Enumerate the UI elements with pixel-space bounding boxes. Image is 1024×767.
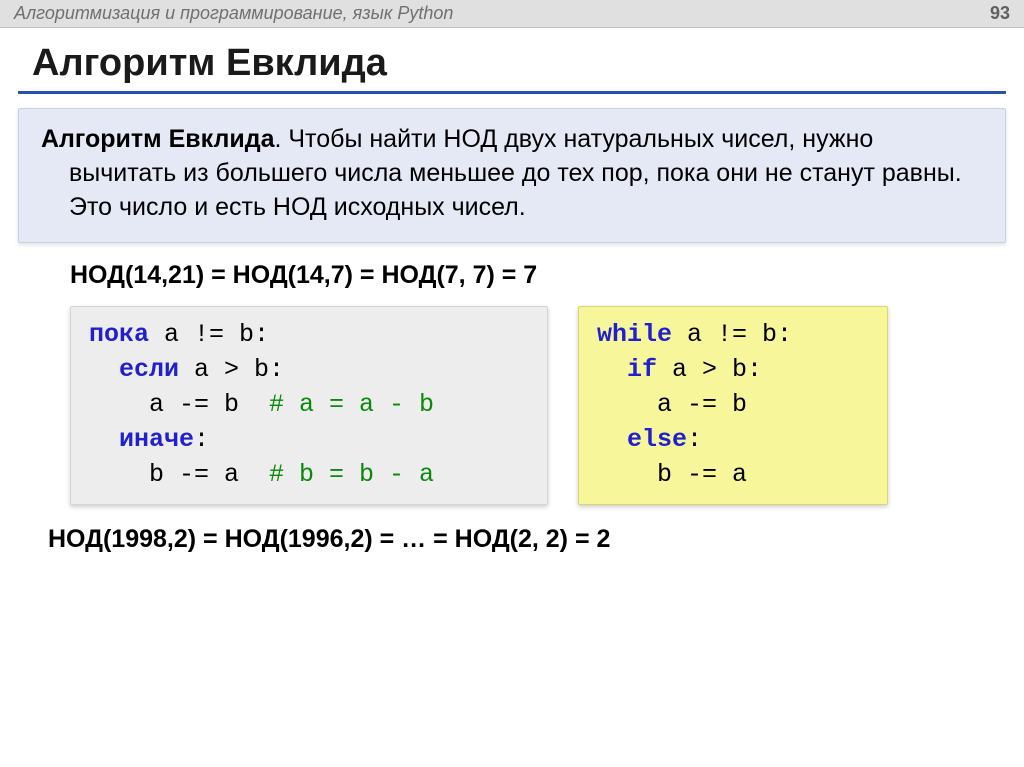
code-text: a -= b (597, 390, 747, 419)
slide-header: Алгоритмизация и программирование, язык … (0, 0, 1024, 28)
code-text: b -= a (89, 460, 269, 489)
code-text: a > b: (657, 355, 762, 384)
kw-else: else (597, 425, 687, 454)
definition-box: Алгоритм Евклида. Чтобы найти НОД двух н… (18, 108, 1006, 243)
code-text: a > b: (179, 355, 284, 384)
kw-while: while (597, 320, 672, 349)
code-text: : (687, 425, 702, 454)
comment: # a = a - b (269, 390, 434, 419)
code-row: пока a != b: если a > b: a -= b # a = a … (70, 306, 1024, 505)
example-nod-1998-2: НОД(1998,2) = НОД(1996,2) = … = НОД(2, 2… (48, 525, 1024, 554)
page-number: 93 (990, 3, 1010, 24)
code-text: : (194, 425, 209, 454)
python-code-box: while a != b: if a > b: a -= b else: b -… (578, 306, 888, 505)
pseudocode-box: пока a != b: если a > b: a -= b # a = a … (70, 306, 548, 505)
definition-text: Алгоритм Евклида. Чтобы найти НОД двух н… (41, 123, 983, 224)
kw-while-ru: пока (89, 320, 149, 349)
kw-if: if (597, 355, 657, 384)
kw-else-ru: иначе (89, 425, 194, 454)
example-nod-14-21: НОД(14,21) = НОД(14,7) = НОД(7, 7) = 7 (70, 261, 1024, 290)
code-text: a -= b (89, 390, 269, 419)
code-text: b -= a (597, 460, 747, 489)
code-text: a != b: (149, 320, 269, 349)
title-underline (18, 91, 1006, 94)
header-title: Алгоритмизация и программирование, язык … (14, 3, 453, 24)
definition-term: Алгоритм Евклида (41, 125, 275, 153)
comment: # b = b - a (269, 460, 434, 489)
kw-if-ru: если (89, 355, 179, 384)
slide-title: Алгоритм Евклида (32, 42, 1024, 85)
code-text: a != b: (672, 320, 792, 349)
